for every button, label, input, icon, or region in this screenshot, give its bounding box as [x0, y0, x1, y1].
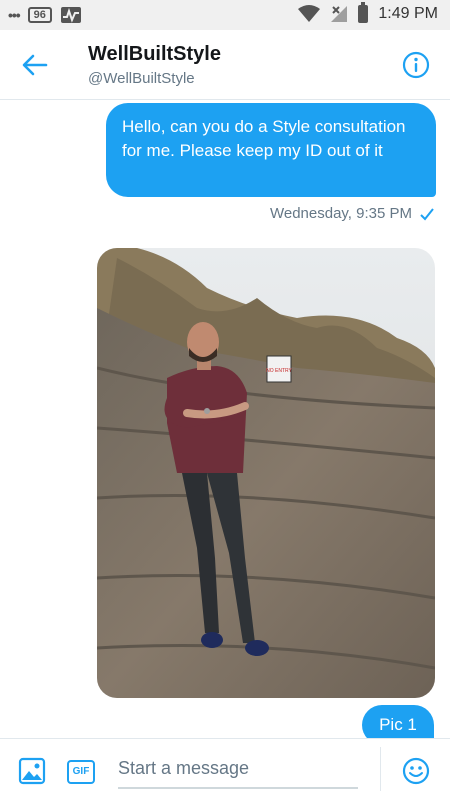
contact-name[interactable]: WellBuiltStyle: [88, 43, 221, 66]
back-arrow-icon[interactable]: [20, 50, 50, 80]
sign-text: NO ENTRY: [266, 368, 292, 374]
message-timestamp: Wednesday, 9:35 PM: [269, 205, 412, 222]
message-bubble[interactable]: Hello, can you do a Style consultation f…: [106, 103, 436, 197]
checkmark-icon: [420, 207, 434, 220]
dots-icon: •••: [8, 7, 21, 23]
composer-divider: [380, 747, 381, 791]
emoji-icon[interactable]: [402, 757, 430, 785]
no-entry-sign: NO ENTRY: [266, 355, 293, 383]
no-signal-icon: [331, 6, 348, 22]
conversation-header: WellBuiltStyle @WellBuiltStyle: [0, 30, 450, 100]
battery-icon: [358, 2, 369, 23]
message-meta: Wednesday, 9:35 PM: [270, 205, 434, 222]
message-input[interactable]: [118, 749, 358, 789]
activity-icon: [60, 7, 81, 23]
message-composer: GIF: [0, 738, 450, 800]
contact-handle: @WellBuiltStyle: [88, 70, 195, 87]
info-icon[interactable]: [402, 51, 430, 79]
status-bar: ••• 96 1:49 PM: [0, 0, 450, 30]
image-icon[interactable]: [18, 757, 46, 785]
status-time: 1:49 PM: [378, 5, 438, 22]
message-badge-icon: 96: [27, 7, 52, 23]
status-bar-right: 1:49 PM: [298, 2, 438, 23]
gif-icon[interactable]: GIF: [67, 760, 95, 784]
wifi-icon: [298, 5, 321, 22]
status-bar-left: ••• 96: [8, 6, 82, 24]
photo-image: NO ENTRY: [97, 248, 435, 698]
photo-message[interactable]: NO ENTRY: [97, 248, 435, 698]
